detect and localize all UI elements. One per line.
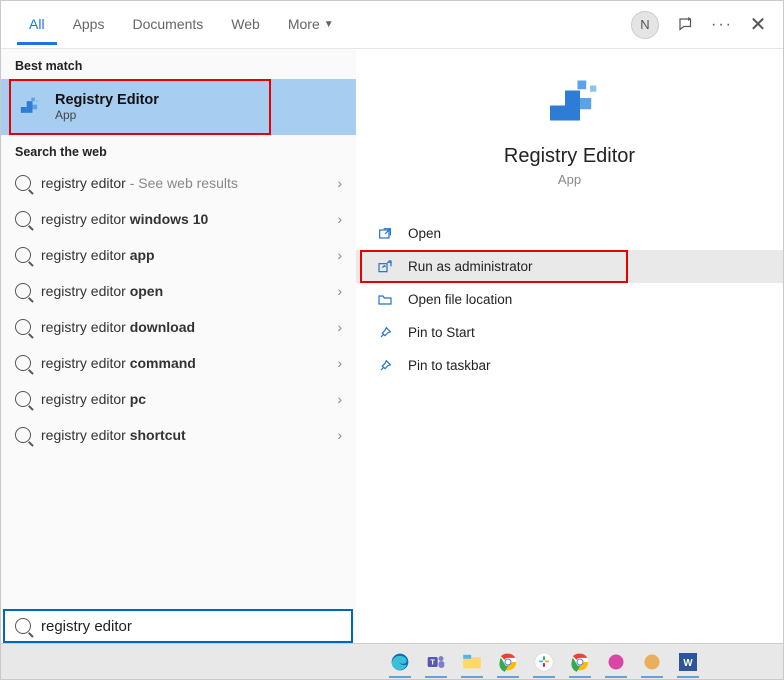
registry-editor-icon [15, 93, 43, 121]
search-icon [15, 618, 31, 634]
close-icon[interactable]: ✕ [749, 16, 767, 34]
web-result-item[interactable]: registry editor windows 10 › [1, 201, 356, 237]
taskbar-teams-icon[interactable]: T [421, 648, 451, 676]
header-bar: All Apps Documents Web More ▼ N ··· ✕ [1, 1, 783, 49]
svg-text:W: W [683, 657, 693, 668]
tab-more-label: More [288, 16, 320, 32]
search-icon [15, 175, 31, 191]
chevron-right-icon: › [337, 319, 342, 335]
folder-icon [376, 291, 394, 309]
main-content: Best match Registry Editor App Search th… [1, 49, 783, 629]
taskbar: TW [1, 643, 783, 679]
admin-icon [376, 258, 394, 276]
web-result-label: registry editor download [41, 319, 327, 335]
search-input[interactable] [41, 618, 341, 635]
tab-more[interactable]: More ▼ [276, 4, 346, 45]
best-match-subtitle: App [55, 108, 159, 122]
open-icon [376, 225, 394, 243]
taskbar-word-icon[interactable]: W [673, 648, 703, 676]
web-result-item[interactable]: registry editor app › [1, 237, 356, 273]
web-result-label: registry editor command [41, 355, 327, 371]
feedback-icon[interactable] [677, 16, 695, 34]
search-icon [15, 211, 31, 227]
web-results-list: registry editor - See web results › regi… [1, 165, 356, 453]
detail-subtitle: App [558, 172, 581, 187]
chevron-right-icon: › [337, 247, 342, 263]
search-icon [15, 319, 31, 335]
search-icon [15, 427, 31, 443]
web-result-item[interactable]: registry editor pc › [1, 381, 356, 417]
web-result-label: registry editor pc [41, 391, 327, 407]
search-icon [15, 391, 31, 407]
action-open[interactable]: Open [356, 217, 783, 250]
more-options-icon[interactable]: ··· [713, 16, 731, 34]
action-open-file-location[interactable]: Open file location [356, 283, 783, 316]
action-label: Open [408, 226, 441, 241]
pin-icon [376, 324, 394, 342]
web-result-item[interactable]: registry editor shortcut › [1, 417, 356, 453]
chevron-right-icon: › [337, 391, 342, 407]
tab-apps[interactable]: Apps [61, 4, 117, 45]
results-panel: Best match Registry Editor App Search th… [1, 49, 356, 629]
detail-panel: Registry Editor App Open Run as administ… [356, 49, 783, 629]
chevron-down-icon: ▼ [324, 19, 334, 30]
action-pin-to-start[interactable]: Pin to Start [356, 316, 783, 349]
taskbar-slack-icon[interactable] [529, 648, 559, 676]
action-label: Pin to taskbar [408, 358, 491, 373]
action-run-as-administrator[interactable]: Run as administrator [356, 250, 783, 283]
taskbar-chrome2-icon[interactable] [565, 648, 595, 676]
best-match-item[interactable]: Registry Editor App [1, 79, 356, 135]
action-list: Open Run as administrator Open file loca… [356, 217, 783, 382]
action-pin-to-taskbar[interactable]: Pin to taskbar [356, 349, 783, 382]
header-right: N ··· ✕ [631, 11, 767, 39]
web-result-label: registry editor app [41, 247, 327, 263]
taskbar-chrome-icon[interactable] [493, 648, 523, 676]
action-label: Open file location [408, 292, 512, 307]
chevron-right-icon: › [337, 175, 342, 191]
registry-editor-hero-icon [540, 73, 600, 133]
search-web-heading: Search the web [1, 135, 356, 165]
detail-title: Registry Editor [504, 145, 635, 168]
chevron-right-icon: › [337, 427, 342, 443]
search-bar[interactable] [3, 609, 353, 643]
web-result-item[interactable]: registry editor download › [1, 309, 356, 345]
search-icon [15, 355, 31, 371]
tab-documents[interactable]: Documents [120, 4, 215, 45]
chevron-right-icon: › [337, 211, 342, 227]
avatar[interactable]: N [631, 11, 659, 39]
web-result-label: registry editor open [41, 283, 327, 299]
web-result-item[interactable]: registry editor open › [1, 273, 356, 309]
chevron-right-icon: › [337, 283, 342, 299]
tab-web[interactable]: Web [219, 4, 272, 45]
action-label: Run as administrator [408, 259, 533, 274]
best-match-heading: Best match [1, 49, 356, 79]
best-match-title: Registry Editor [55, 92, 159, 108]
action-label: Pin to Start [408, 325, 475, 340]
tab-all[interactable]: All [17, 4, 57, 45]
web-result-label: registry editor shortcut [41, 427, 327, 443]
pin-icon [376, 357, 394, 375]
web-result-item[interactable]: registry editor command › [1, 345, 356, 381]
web-result-label: registry editor - See web results [41, 175, 327, 191]
filter-tabs: All Apps Documents Web More ▼ [17, 4, 346, 45]
best-match-text: Registry Editor App [55, 92, 159, 122]
taskbar-paint-icon[interactable] [637, 648, 667, 676]
web-result-label: registry editor windows 10 [41, 211, 327, 227]
search-icon [15, 283, 31, 299]
search-icon [15, 247, 31, 263]
chevron-right-icon: › [337, 355, 342, 371]
taskbar-edge-icon[interactable] [385, 648, 415, 676]
svg-text:T: T [430, 657, 435, 666]
web-result-item[interactable]: registry editor - See web results › [1, 165, 356, 201]
taskbar-explorer-icon[interactable] [457, 648, 487, 676]
taskbar-snip-icon[interactable] [601, 648, 631, 676]
